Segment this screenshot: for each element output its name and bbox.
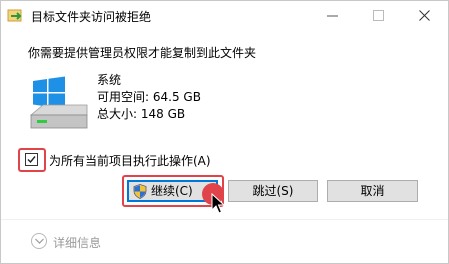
dialog-window: 目标文件夹访问被拒绝 你需要提供管理员权限才能复制到此文件夹 系统 可用空间: … bbox=[0, 0, 449, 264]
drive-total-size: 总大小: 148 GB bbox=[97, 107, 186, 121]
close-icon bbox=[419, 10, 430, 21]
close-button[interactable] bbox=[402, 1, 448, 31]
apply-to-all-checkbox[interactable] bbox=[25, 153, 38, 166]
drive-info: 系统 可用空间: 64.5 GB 总大小: 148 GB bbox=[97, 72, 201, 123]
uac-shield-icon bbox=[133, 184, 147, 199]
drive-name: 系统 bbox=[97, 73, 122, 87]
drive-free-space: 可用空间: 64.5 GB bbox=[97, 90, 201, 104]
permission-message: 你需要提供管理员权限才能复制到此文件夹 bbox=[28, 46, 257, 60]
footer-divider bbox=[1, 219, 448, 220]
drive-icon bbox=[29, 76, 88, 129]
apply-to-all-label: 为所有当前项目执行此操作(A) bbox=[49, 154, 211, 168]
details-label: 详细信息 bbox=[53, 236, 102, 250]
minimize-button[interactable] bbox=[310, 1, 356, 31]
window-title: 目标文件夹访问被拒绝 bbox=[31, 10, 152, 24]
chevron-down-icon bbox=[31, 233, 47, 249]
cancel-button[interactable]: 取消 bbox=[327, 180, 418, 202]
minimize-icon bbox=[327, 15, 338, 17]
mouse-cursor-icon bbox=[211, 193, 225, 214]
skip-button[interactable]: 跳过(S) bbox=[228, 180, 318, 202]
checkmark-icon bbox=[27, 156, 36, 164]
title-bar: 目标文件夹访问被拒绝 bbox=[1, 1, 448, 31]
maximize-button[interactable] bbox=[356, 1, 402, 31]
maximize-icon bbox=[373, 10, 384, 21]
copy-arrow-icon bbox=[7, 9, 22, 22]
continue-label: 继续(C) bbox=[151, 184, 193, 198]
